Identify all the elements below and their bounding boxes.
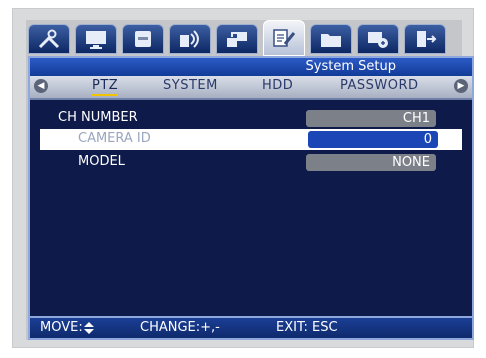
change-hint: CHANGE:+,- [140, 320, 220, 335]
folder-icon[interactable] [310, 24, 352, 54]
tab-password[interactable]: PASSWORD [340, 78, 419, 93]
system-setup-icon[interactable] [263, 20, 305, 56]
monitor-icon[interactable] [75, 24, 117, 54]
tab-system[interactable]: SYSTEM [163, 78, 218, 93]
menu-icon-tabs [28, 20, 460, 56]
exit-hint: EXIT: ESC [276, 320, 338, 335]
field-value[interactable]: NONE [306, 154, 436, 171]
field-camera-id[interactable]: CAMERA ID 0 [40, 129, 462, 150]
field-value[interactable]: 0 [308, 131, 438, 148]
tab-ptz[interactable]: PTZ [92, 78, 119, 96]
tab-hdd[interactable]: HDD [262, 78, 293, 93]
next-tab-arrow-icon[interactable]: ▶ [454, 79, 468, 93]
field-value[interactable]: CH1 [306, 110, 436, 127]
field-model[interactable]: MODEL NONE [30, 152, 472, 173]
title-bar: System Setup [30, 58, 472, 76]
field-ch-number[interactable]: CH NUMBER CH1 [30, 108, 472, 129]
prev-tab-arrow-icon[interactable]: ◀ [34, 79, 48, 93]
backup-icon[interactable] [357, 24, 399, 54]
field-label: MODEL [78, 154, 125, 169]
move-label: MOVE: [40, 320, 83, 335]
network-icon[interactable] [216, 24, 258, 54]
hdd-icon[interactable] [122, 24, 164, 54]
up-down-arrow-icon [83, 321, 94, 334]
subtab-bar: ◀ PTZ SYSTEM HDD PASSWORD ▶ [30, 76, 472, 100]
move-hint: MOVE: [40, 319, 95, 337]
page-title: System Setup [305, 59, 396, 74]
help-bar: MOVE: CHANGE:+,- EXIT: ESC [30, 316, 472, 338]
camera-audio-icon[interactable] [169, 24, 211, 54]
tools-icon[interactable] [28, 24, 70, 54]
field-label: CAMERA ID [78, 131, 151, 146]
exit-icon[interactable] [404, 24, 446, 54]
field-label: CH NUMBER [58, 110, 138, 125]
settings-panel: System Setup ◀ PTZ SYSTEM HDD PASSWORD ▶… [28, 56, 474, 340]
